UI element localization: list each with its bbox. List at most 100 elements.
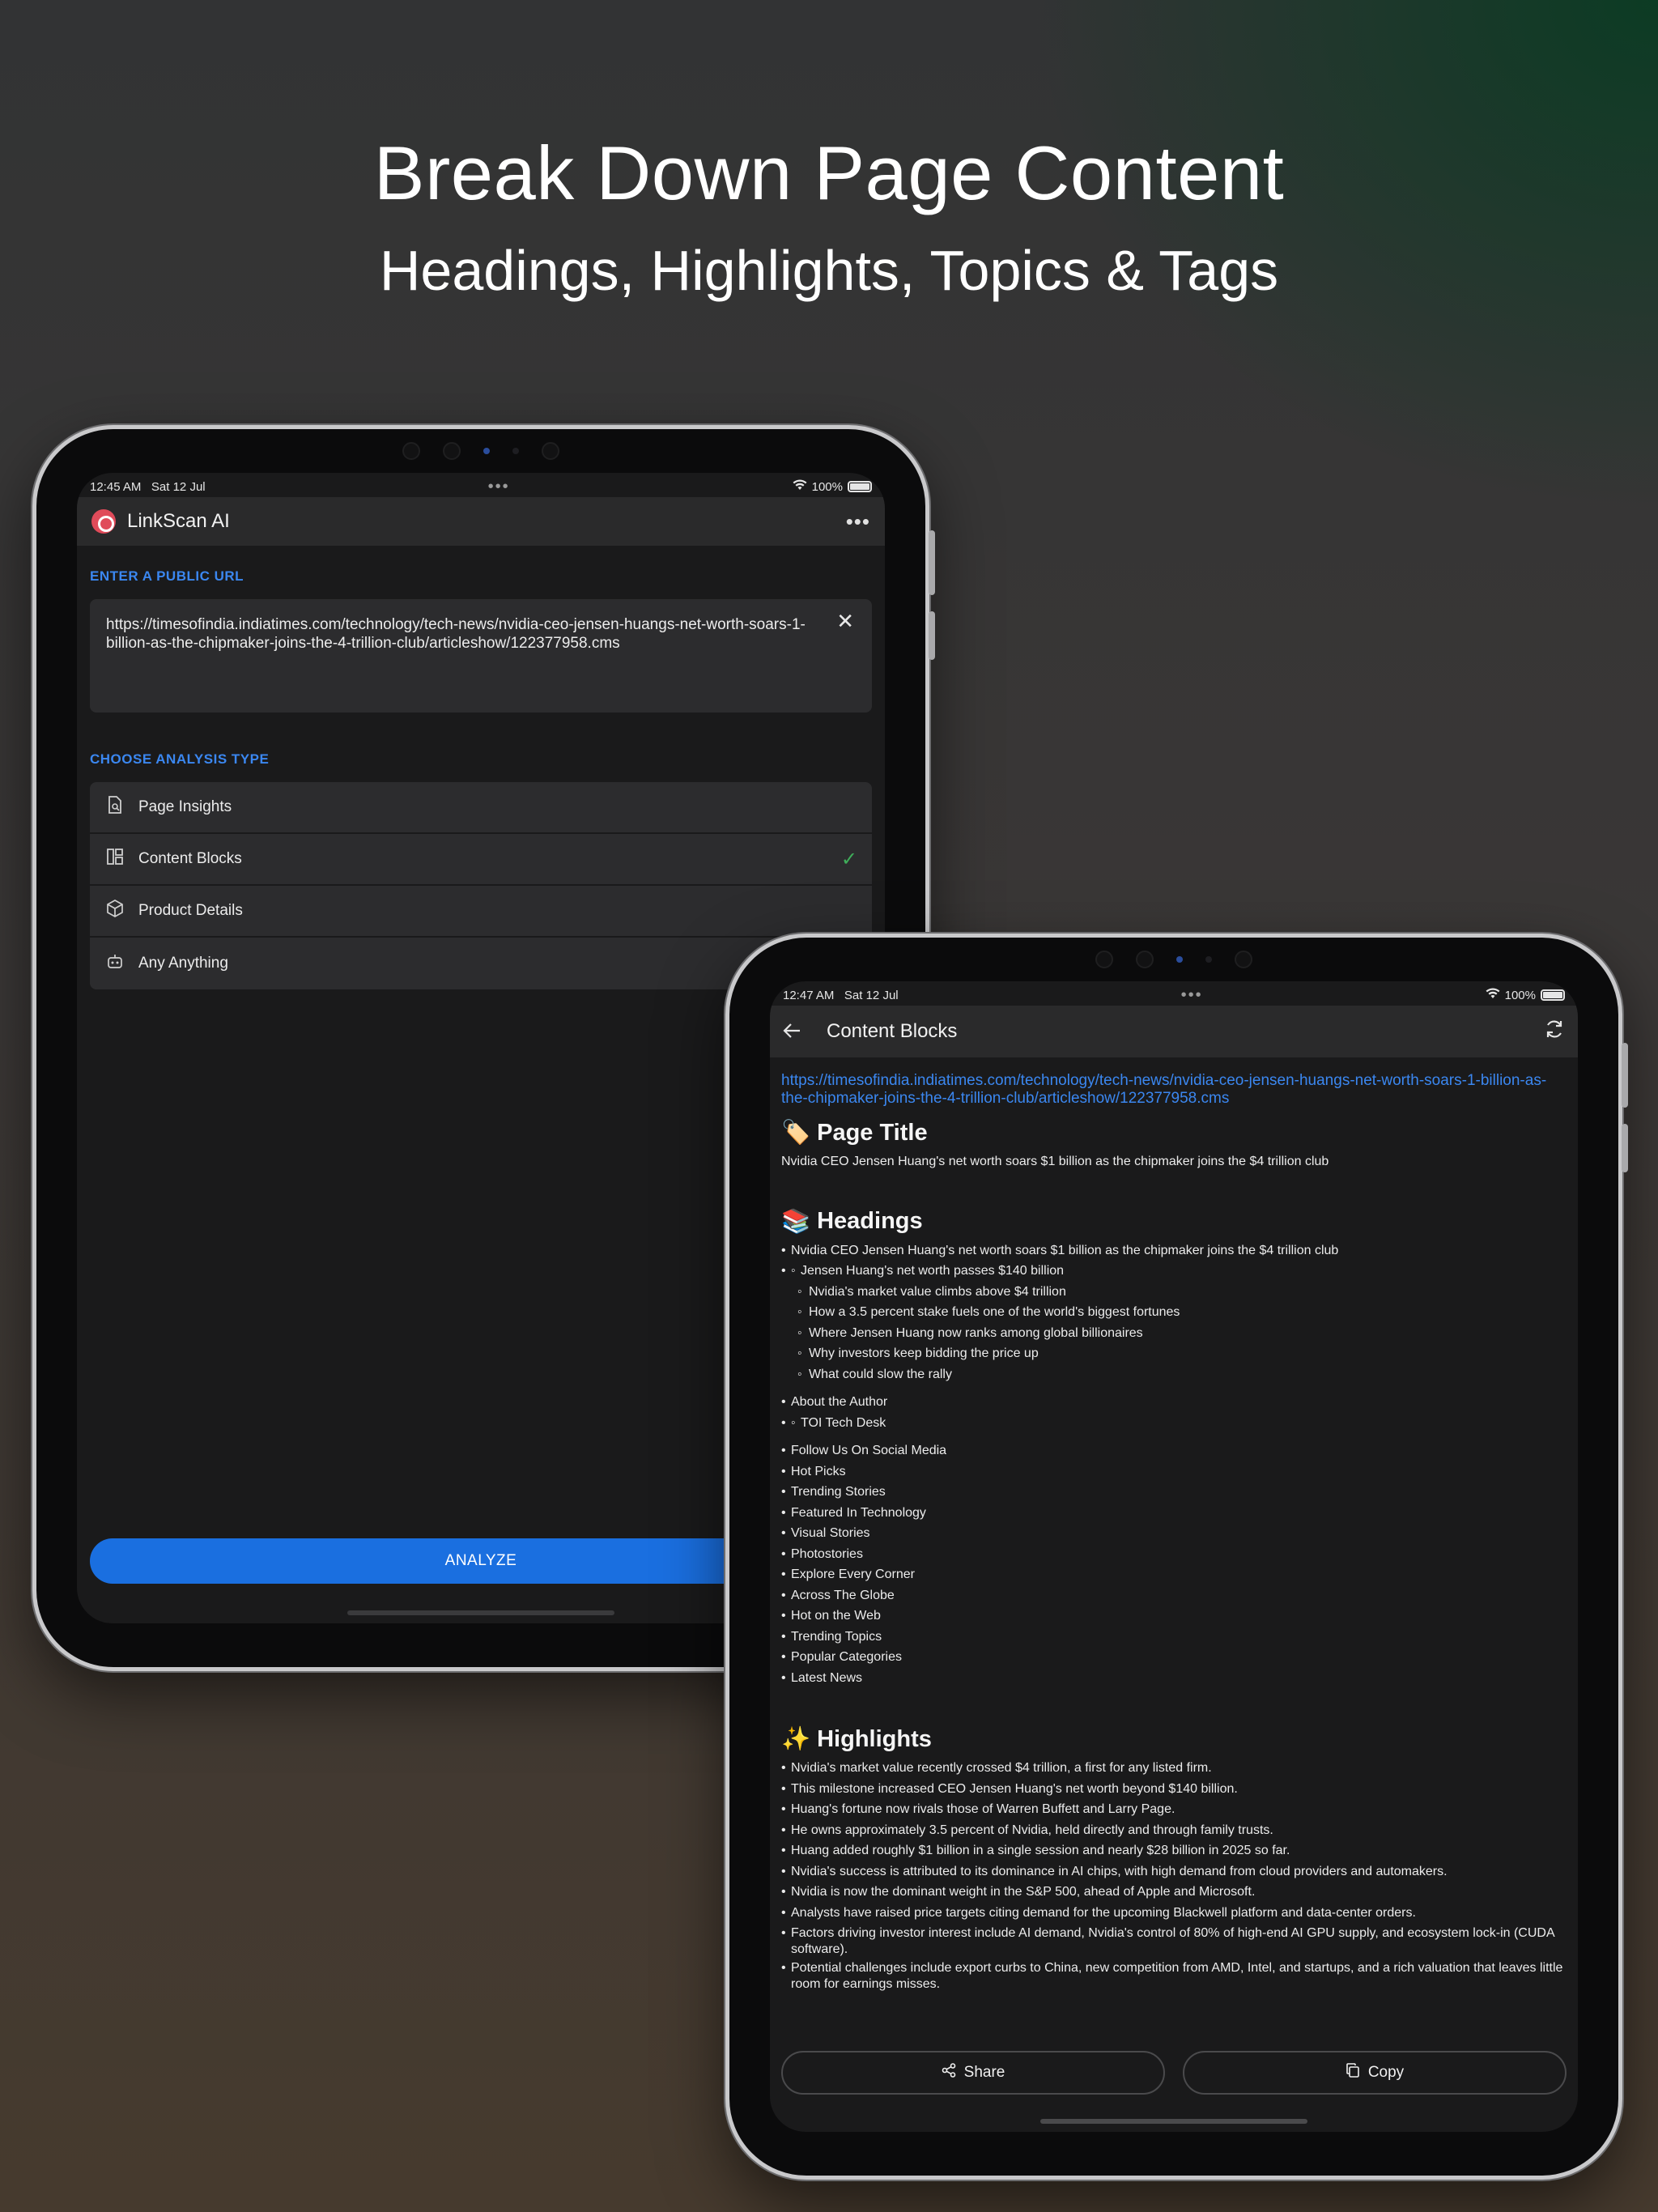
camera-array — [402, 442, 559, 460]
page-title-heading: 🏷️ Page Title — [781, 1119, 928, 1146]
list-item: • Across The Globe — [781, 1588, 895, 1602]
share-label: Share — [963, 2064, 1005, 2081]
camera-indicator — [1176, 956, 1183, 963]
more-options-icon[interactable]: ••• — [846, 509, 870, 534]
list-item: • Nvidia CEO Jensen Huang's net worth soa… — [781, 1243, 1339, 1257]
camera-indicator — [483, 448, 490, 454]
share-icon — [942, 2063, 956, 2082]
list-item: • Nvidia's success is attributed to its d… — [781, 1864, 1448, 1878]
list-item: • Nvidia is now the dominant weight in th… — [781, 1885, 1256, 1899]
headings-heading: 📚 Headings — [781, 1208, 923, 1235]
list-item: • Factors driving investor interest inclu… — [781, 1926, 1554, 1956]
action-buttons: Share Copy — [781, 2051, 1567, 2095]
option-label: Page Insights — [138, 798, 232, 815]
camera-lens — [1136, 951, 1154, 968]
volume-button — [1622, 1124, 1628, 1172]
box-icon — [104, 900, 125, 922]
clear-url-icon[interactable]: ✕ — [836, 610, 854, 632]
books-icon: 📚 — [781, 1208, 811, 1235]
copy-label: Copy — [1367, 2064, 1405, 2081]
headings-more: • Follow Us On Social Media • Hot Picks • T… — [781, 1440, 1567, 1688]
list-item: ◦ How a 3.5 percent stake fuels one of th… — [797, 1305, 1180, 1319]
camera-array — [1095, 951, 1252, 968]
option-label: Any Anything — [138, 955, 228, 972]
list-item: • Hot Picks — [781, 1464, 846, 1478]
home-indicator[interactable] — [1040, 2119, 1307, 2124]
list-item: • ◦ TOI Tech Desk — [781, 1415, 886, 1430]
wifi-icon — [793, 479, 807, 494]
status-bar: 12:45 AM Sat 12 Jul ••• 100% — [77, 476, 885, 497]
app-logo-icon — [91, 509, 116, 534]
list-item: ◦ What could slow the rally — [797, 1367, 952, 1381]
status-bar: 12:47 AM Sat 12 Jul ••• 100% — [770, 985, 1578, 1006]
refresh-icon[interactable] — [1544, 1019, 1565, 1045]
status-time: 12:47 AM — [783, 988, 835, 1002]
right-screen: 12:47 AM Sat 12 Jul ••• 100% Content Blo… — [770, 981, 1578, 2132]
url-section-label: ENTER A PUBLIC URL — [90, 568, 244, 584]
multitasking-dots-icon[interactable]: ••• — [488, 478, 510, 496]
list-item: • Popular Categories — [781, 1650, 902, 1664]
nav-title: Content Blocks — [827, 1020, 958, 1042]
source-url-link[interactable]: https://timesofindia.indiatimes.com/tech… — [781, 1072, 1567, 1108]
option-label: Content Blocks — [138, 850, 242, 867]
copy-button[interactable]: Copy — [1183, 2051, 1567, 2095]
list-item: • Latest News — [781, 1670, 863, 1685]
list-item: • About the Author — [781, 1395, 888, 1409]
sensor — [1205, 956, 1212, 963]
camera-lens — [542, 442, 559, 460]
layout-blocks-icon — [104, 849, 125, 870]
status-time: 12:45 AM — [90, 479, 142, 494]
tag-icon: 🏷️ — [781, 1120, 811, 1146]
nav-bar: Content Blocks — [770, 1006, 1578, 1057]
battery-icon — [1540, 989, 1565, 1001]
back-arrow-icon[interactable] — [783, 1019, 815, 1044]
app-title: LinkScan AI — [127, 510, 230, 532]
list-item: • Trending Topics — [781, 1629, 882, 1644]
volume-button — [1622, 1043, 1628, 1108]
list-item: • Trending Stories — [781, 1485, 886, 1499]
highlights-heading: ✨ Highlights — [781, 1725, 932, 1753]
list-item: • Featured In Technology — [781, 1505, 926, 1520]
list-item: • Photostories — [781, 1546, 863, 1561]
home-indicator[interactable] — [347, 1610, 614, 1615]
list-item: ◦ Why investors keep bidding the price up — [797, 1346, 1039, 1360]
camera-lens — [402, 442, 420, 460]
content-blocks-body: https://timesofindia.indiatimes.com/tech… — [770, 1057, 1578, 1993]
option-content-blocks[interactable]: Content Blocks ✓ — [90, 834, 872, 886]
list-item: • Hot on the Web — [781, 1609, 881, 1623]
option-page-insights[interactable]: Page Insights — [90, 782, 872, 834]
app-bar: LinkScan AI ••• — [77, 497, 885, 546]
analysis-section-label: CHOOSE ANALYSIS TYPE — [90, 751, 270, 767]
headings-list: • Nvidia CEO Jensen Huang's net worth soa… — [781, 1240, 1567, 1689]
list-item: • Potential challenges include export cur… — [781, 1961, 1563, 1991]
copy-icon — [1346, 2063, 1360, 2082]
list-item: • This milestone increased CEO Jensen Hua… — [781, 1781, 1238, 1796]
sensor — [512, 448, 519, 454]
wifi-icon — [1486, 988, 1500, 1002]
url-input[interactable]: https://timesofindia.indiatimes.com/tech… — [90, 599, 872, 713]
multitasking-dots-icon[interactable]: ••• — [1181, 986, 1203, 1005]
camera-lens — [1095, 951, 1113, 968]
list-item: • ◦ Jensen Huang's net worth passes $140 b… — [781, 1264, 1065, 1278]
ipad-right: 12:47 AM Sat 12 Jul ••• 100% Content Blo… — [725, 934, 1628, 2180]
sparkles-icon: ✨ — [781, 1726, 811, 1752]
battery-percent: 100% — [811, 479, 843, 494]
list-item: • Analysts have raised price targets citi… — [781, 1905, 1416, 1920]
robot-icon — [104, 953, 125, 974]
option-label: Product Details — [138, 902, 243, 919]
option-product-details[interactable]: Product Details — [90, 886, 872, 938]
page-title-text: Nvidia CEO Jensen Huang's net worth soar… — [781, 1155, 1329, 1168]
list-item: ◦ Where Jensen Huang now ranks among glob… — [797, 1325, 1143, 1340]
list-item: • Visual Stories — [781, 1526, 870, 1540]
status-date: Sat 12 Jul — [844, 988, 899, 1002]
list-item: ◦ Nvidia's market value climbs above $4 t… — [797, 1284, 1066, 1299]
promo-subtitle: Headings, Highlights, Topics & Tags — [379, 239, 1279, 302]
battery-icon — [847, 481, 872, 492]
checkmark-icon: ✓ — [840, 848, 857, 870]
share-button[interactable]: Share — [781, 2051, 1165, 2095]
camera-lens — [443, 442, 461, 460]
list-item: • He owns approximately 3.5 percent of Nv… — [781, 1823, 1273, 1837]
list-item: • Huang added roughly $1 billion in a sin… — [781, 1844, 1290, 1857]
promo-title: Break Down Page Content — [373, 130, 1285, 215]
volume-button — [929, 530, 935, 595]
